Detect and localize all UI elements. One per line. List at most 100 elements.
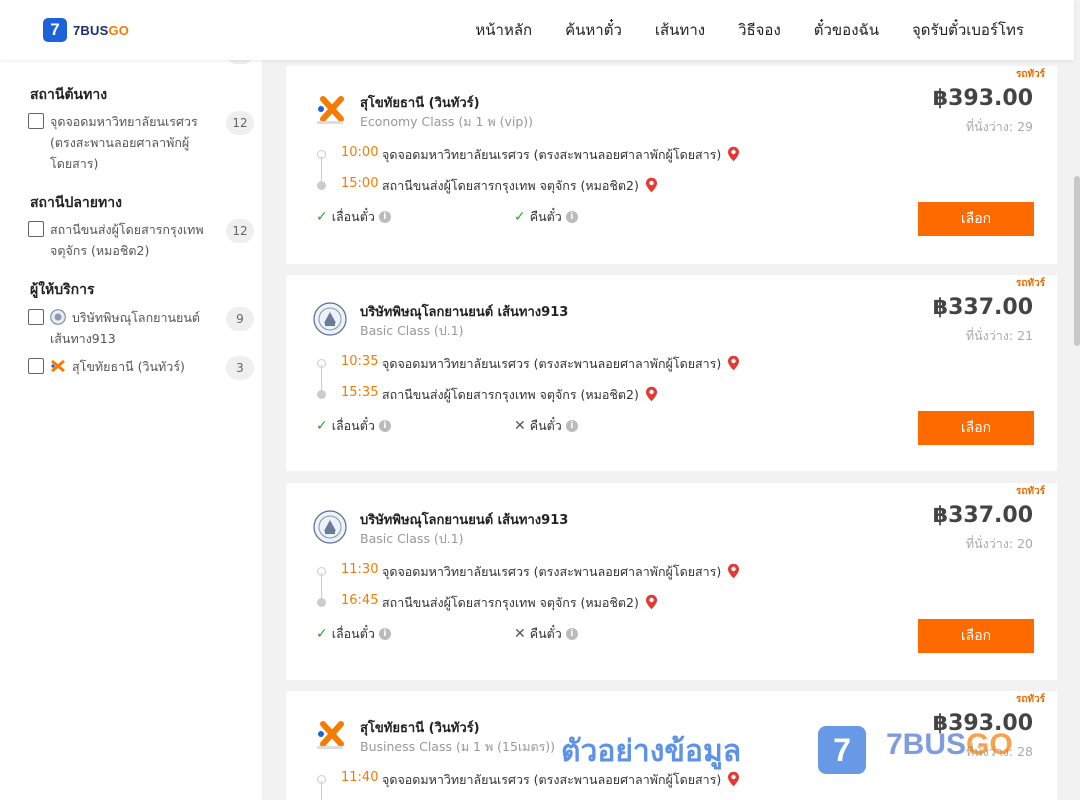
trip-card: รถทัวร์ บริษัทพิษณุโลกยานยนต์ เส้นทาง913… xyxy=(286,275,1057,471)
depart-stop[interactable]: จุดจอดมหาวิทยาลัยนเรศวร (ตรงสะพานลอยศาลา… xyxy=(382,562,740,582)
vehicle-type-tag: รถทัวร์ xyxy=(1015,486,1045,497)
wintour-logo-icon xyxy=(317,96,344,124)
operator-name: บริษัทพิษณุโลกยานยนต์ เส้นทาง913 xyxy=(360,305,569,320)
arrive-time: 15:35 xyxy=(341,385,379,400)
arrive-dot xyxy=(317,598,326,607)
map-pin-icon[interactable] xyxy=(727,563,740,579)
trip-card: รถทัวร์ สุโขทัยธานี (วินทัวร์) Economy C… xyxy=(286,66,1057,264)
filter-sidebar: สถานีต้นทาง จุดจอดมหาวิทยาลัยนเรศวร (ตรง… xyxy=(0,54,262,800)
destination-filter-option[interactable]: สถานีขนส่งผู้โดยสารกรุงเทพ จตุจักร (หมอช… xyxy=(28,219,254,263)
operator-filter-option[interactable]: บริษัทพิษณุโลกยานยนต์ เส้นทาง913 9 xyxy=(28,307,254,351)
phitsanulok-logo-icon xyxy=(313,302,347,336)
refund-ticket-option: ✓ คืนตั๋ว i xyxy=(514,207,578,227)
site-logo[interactable]: 7 7BUSGO xyxy=(43,18,129,42)
arrive-stop[interactable]: สถานีขนส่งผู้โดยสารกรุงเทพ จตุจักร (หมอช… xyxy=(382,593,658,613)
operator-option-label: บริษัทพิษณุโลกยานยนต์ เส้นทาง913 xyxy=(50,309,201,346)
operator-filter-title: ผู้ให้บริการ xyxy=(30,282,95,298)
nav-search-tickets[interactable]: ค้นหาตั๋ว xyxy=(565,18,622,42)
nav-home[interactable]: หน้าหลัก xyxy=(475,18,532,42)
seat-class: Economy Class (ม 1 พ (vip)) xyxy=(360,114,534,129)
check-icon: ✓ xyxy=(316,626,328,642)
operator-option-label: สุโขทัยธานี (วินทัวร์) xyxy=(50,356,222,377)
depart-time: 10:35 xyxy=(341,354,379,369)
origin-option-label: จุดจอดมหาวิทยาลัยนเรศวร (ตรงสะพานลอยศาลา… xyxy=(50,114,198,171)
arrive-stop[interactable]: สถานีขนส่งผู้โดยสารกรุงเทพ จตุจักร (หมอช… xyxy=(382,385,658,405)
arrive-time: 15:00 xyxy=(341,176,379,191)
destination-filter-title: สถานีปลายทาง xyxy=(30,195,122,211)
watermark-brand: 7BUSGO xyxy=(886,728,1013,761)
depart-stop[interactable]: จุดจอดมหาวิทยาลัยนเรศวร (ตรงสะพานลอยศาลา… xyxy=(382,354,740,374)
ticket-price: ฿393.00 xyxy=(932,86,1033,111)
origin-filter-title: สถานีต้นทาง xyxy=(30,87,108,103)
arrive-time: 16:45 xyxy=(341,593,379,608)
map-pin-icon[interactable] xyxy=(727,355,740,371)
wintour-logo-icon xyxy=(317,721,344,749)
info-icon[interactable]: i xyxy=(378,211,391,223)
logo-text: 7BUSGO xyxy=(73,22,130,38)
operator-name: สุโขทัยธานี (วินทัวร์) xyxy=(360,96,480,111)
map-pin-icon[interactable] xyxy=(727,146,740,162)
main-nav: หน้าหลัก ค้นหาตั๋ว เส้นทาง วิธีจอง ตั๋วข… xyxy=(442,0,1024,60)
check-icon: ✓ xyxy=(514,209,526,225)
ticket-price: ฿337.00 xyxy=(932,503,1033,528)
refund-ticket-option: ✕ คืนตั๋ว i xyxy=(514,416,578,436)
vehicle-type-tag: รถทัวร์ xyxy=(1015,278,1045,289)
nav-my-tickets[interactable]: ตั๋วของฉัน xyxy=(814,18,879,42)
depart-time: 11:40 xyxy=(341,770,379,785)
arrive-dot xyxy=(317,390,326,399)
operator-checkbox[interactable] xyxy=(28,309,44,325)
cross-icon: ✕ xyxy=(514,418,526,434)
seats-available: ที่นั่งว่าง: 29 xyxy=(965,119,1033,134)
info-icon[interactable]: i xyxy=(565,211,578,223)
operator-filter-option[interactable]: สุโขทัยธานี (วินทัวร์) 3 xyxy=(28,356,254,380)
change-ticket-option: ✓ เลื่อนตั๋ว i xyxy=(316,207,391,227)
check-icon: ✓ xyxy=(316,209,328,225)
page-scrollbar[interactable] xyxy=(1074,0,1080,800)
destination-checkbox[interactable] xyxy=(28,221,44,237)
seat-class: Business Class (ม 1 พ (15เมตร)) xyxy=(360,739,556,754)
map-pin-icon[interactable] xyxy=(645,386,658,402)
origin-filter-option[interactable]: จุดจอดมหาวิทยาลัยนเรศวร (ตรงสะพานลอยศาลา… xyxy=(28,111,254,177)
arrive-stop[interactable]: สถานีขนส่งผู้โดยสารกรุงเทพ จตุจักร (หมอช… xyxy=(382,176,658,196)
info-icon[interactable]: i xyxy=(565,420,578,432)
vehicle-type-tag: รถทัวร์ xyxy=(1015,69,1045,80)
nav-ticket-pickup[interactable]: จุดรับตั๋วเบอร์โทร xyxy=(912,18,1024,42)
cross-icon: ✕ xyxy=(514,626,526,642)
info-icon[interactable]: i xyxy=(565,628,578,640)
select-trip-button[interactable]: เลือก xyxy=(918,619,1034,653)
operator-name: สุโขทัยธานี (วินทัวร์) xyxy=(360,721,480,736)
operator-checkbox[interactable] xyxy=(28,358,44,374)
operator-option-count: 9 xyxy=(226,307,254,331)
logo-mark: 7 xyxy=(43,18,67,42)
map-pin-icon[interactable] xyxy=(645,594,658,610)
map-pin-icon[interactable] xyxy=(645,177,658,193)
change-ticket-option: ✓ เลื่อนตั๋ว i xyxy=(316,416,391,436)
vehicle-type-tag: รถทัวร์ xyxy=(1015,694,1045,705)
change-ticket-option: ✓ เลื่อนตั๋ว i xyxy=(316,624,391,644)
info-icon[interactable]: i xyxy=(378,420,391,432)
top-header: 7 7BUSGO หน้าหลัก ค้นหาตั๋ว เส้นทาง วิธี… xyxy=(0,0,1074,60)
depart-time: 11:30 xyxy=(341,562,379,577)
route-line xyxy=(321,781,322,800)
origin-checkbox[interactable] xyxy=(28,113,44,129)
select-trip-button[interactable]: เลือก xyxy=(918,411,1034,445)
seat-class: Basic Class (ป.1) xyxy=(360,531,464,546)
check-icon: ✓ xyxy=(316,418,328,434)
destination-option-count: 12 xyxy=(226,219,254,243)
trip-card: รถทัวร์ บริษัทพิษณุโลกยานยนต์ เส้นทาง913… xyxy=(286,483,1057,680)
wintour-logo-icon xyxy=(51,359,65,373)
info-icon[interactable]: i xyxy=(378,628,391,640)
phitsanulok-logo-icon xyxy=(313,510,347,544)
select-trip-button[interactable]: เลือก xyxy=(918,202,1034,236)
nav-routes[interactable]: เส้นทาง xyxy=(655,18,705,42)
nav-how-to-book[interactable]: วิธีจอง xyxy=(738,18,781,42)
seats-available: ที่นั่งว่าง: 21 xyxy=(965,328,1033,343)
refund-ticket-option: ✕ คืนตั๋ว i xyxy=(514,624,578,644)
phitsanulok-logo-icon xyxy=(50,309,66,325)
depart-stop[interactable]: จุดจอดมหาวิทยาลัยนเรศวร (ตรงสะพานลอยศาลา… xyxy=(382,145,740,165)
sample-data-watermark: ตัวอย่างข้อมูล xyxy=(561,734,742,769)
watermark-logo-mark: 7 xyxy=(818,726,866,774)
seat-class: Basic Class (ป.1) xyxy=(360,323,464,338)
destination-option-label: สถานีขนส่งผู้โดยสารกรุงเทพ จตุจักร (หมอช… xyxy=(50,222,204,258)
scrollbar-thumb[interactable] xyxy=(1074,176,1080,346)
